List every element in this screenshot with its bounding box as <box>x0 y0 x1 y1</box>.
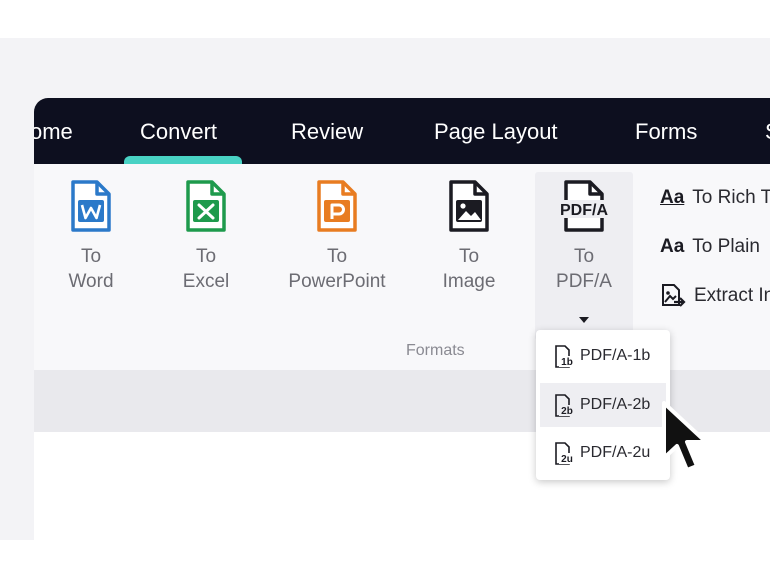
to-excel-line2: Excel <box>182 271 230 292</box>
tab-forms[interactable]: Forms <box>635 98 697 164</box>
pdfa-1b-badge: 1b <box>561 357 573 368</box>
tab-home[interactable]: ome <box>34 98 73 164</box>
mouse-cursor-icon <box>662 401 708 472</box>
menu-item-pdfa-2u[interactable]: 2u PDF/A-2u <box>540 431 666 475</box>
menu-item-pdfa-1b[interactable]: 1b PDF/A-1b <box>540 334 666 378</box>
formats-group-label: Formats <box>406 342 465 359</box>
pdfa-2u-file-icon: 2u <box>555 442 575 465</box>
pdfa-2b-badge: 2b <box>561 406 573 417</box>
plain-text-aa-icon: Aa <box>660 236 685 257</box>
to-word-button[interactable]: To Word <box>36 178 146 328</box>
active-tab-indicator <box>124 156 242 164</box>
tab-review[interactable]: Review <box>291 98 363 164</box>
pdfa-2u-badge: 2u <box>561 454 573 465</box>
pdfa-dropdown-menu: 1b PDF/A-1b 2b PDF/A-2b 2u PDF/A-2u <box>536 330 670 480</box>
to-rich-text-label: To Rich T <box>692 187 770 208</box>
to-pdfa-line2: PDF/A <box>556 271 612 292</box>
to-pdfa-line1: To <box>573 246 595 267</box>
pdfa-dropdown-caret[interactable] <box>579 317 589 323</box>
powerpoint-file-icon <box>317 180 357 232</box>
menu-item-pdfa-2b-label: PDF/A-2b <box>580 396 651 413</box>
to-pdfa-button[interactable]: PDF/A To PDF/A <box>529 178 639 328</box>
extract-image-icon <box>662 283 686 307</box>
to-image-button[interactable]: To Image <box>414 178 524 328</box>
to-plain-text-label: To Plain <box>692 236 760 257</box>
menu-item-pdfa-2b[interactable]: 2b PDF/A-2b <box>540 383 666 427</box>
word-file-icon <box>71 180 111 232</box>
to-powerpoint-line2: PowerPoint <box>288 271 386 292</box>
pdfa-1b-file-icon: 1b <box>555 345 575 368</box>
to-excel-button[interactable]: To Excel <box>151 178 261 328</box>
to-image-line1: To <box>458 246 480 267</box>
to-excel-line1: To <box>195 246 217 267</box>
to-powerpoint-button[interactable]: To PowerPoint <box>282 178 392 328</box>
rich-text-aa-icon: Aa <box>660 187 685 208</box>
ribbon-tab-bar: ome Convert Review Page Layout Forms S <box>34 98 770 164</box>
tab-overflow[interactable]: S <box>765 98 770 164</box>
to-image-line2: Image <box>442 271 496 292</box>
tab-convert[interactable]: Convert <box>140 98 217 164</box>
pdfa-file-icon: PDF/A <box>556 180 612 232</box>
pdfa-icon-text: PDF/A <box>560 202 608 219</box>
image-file-icon <box>449 180 489 232</box>
to-powerpoint-line1: To <box>326 246 348 267</box>
tab-page-layout[interactable]: Page Layout <box>434 98 558 164</box>
extract-images-label: Extract In <box>694 285 770 306</box>
to-word-line1: To <box>80 246 102 267</box>
extract-images-button[interactable]: Extract In <box>660 281 770 311</box>
to-word-line2: Word <box>68 271 114 292</box>
to-rich-text-button[interactable]: Aa To Rich T <box>660 183 770 213</box>
to-plain-text-button[interactable]: Aa To Plain <box>660 232 760 262</box>
menu-item-pdfa-2u-label: PDF/A-2u <box>580 444 651 461</box>
pdfa-2b-file-icon: 2b <box>555 394 575 417</box>
excel-file-icon <box>186 180 226 232</box>
menu-item-pdfa-1b-label: PDF/A-1b <box>580 347 651 364</box>
